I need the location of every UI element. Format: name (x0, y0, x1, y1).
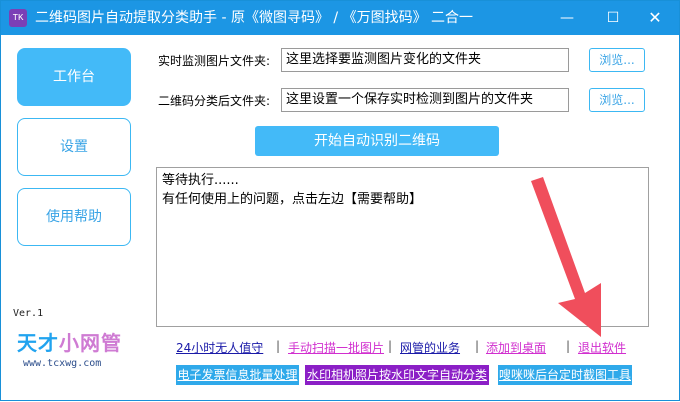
tool-timed-screenshot[interactable]: 嗖咪咪后台定时截图工具 (498, 365, 632, 385)
browse-output-button[interactable]: 浏览... (589, 88, 645, 112)
link-admin-business[interactable]: 网管的业务 (400, 339, 460, 356)
sidebar-item-settings[interactable]: 设置 (17, 118, 131, 176)
app-window: TK 二维码图片自动提取分类助手 - 原《微图寻码》 / 《万图找码》 二合一 … (0, 0, 680, 401)
monitor-folder-label: 实时监测图片文件夹: (158, 54, 271, 68)
logo-text-main: 天才 (17, 331, 59, 355)
logo-text-highlight: 小网管 (59, 331, 122, 355)
tool-invoice-batch[interactable]: 电子发票信息批量处理 (176, 365, 299, 385)
maximize-button[interactable]: ☐ (591, 1, 635, 35)
browse-monitor-button[interactable]: 浏览... (589, 48, 645, 72)
link-separator: | (475, 339, 480, 353)
title-bar[interactable]: TK 二维码图片自动提取分类助手 - 原《微图寻码》 / 《万图找码》 二合一 … (1, 1, 679, 35)
link-separator: | (566, 339, 571, 353)
link-24h-unattended[interactable]: 24小时无人值守 (176, 339, 263, 356)
app-icon: TK (9, 9, 27, 27)
log-output[interactable]: 等待执行...... 有任何使用上的问题，点击左边【需要帮助】 (156, 167, 649, 327)
brand-logo: 天才小网管 www.tcxwg.com (17, 327, 127, 377)
logo-text: 天才小网管 (17, 327, 122, 356)
link-exit-software[interactable]: 退出软件 (578, 339, 626, 356)
start-recognition-button[interactable]: 开始自动识别二维码 (255, 126, 499, 156)
link-separator: | (388, 339, 393, 353)
minimize-button[interactable]: — (545, 1, 589, 35)
monitor-folder-input[interactable]: 这里选择要监测图片变化的文件夹 (281, 48, 569, 72)
sidebar-item-workbench[interactable]: 工作台 (17, 48, 131, 106)
window-title: 二维码图片自动提取分类助手 - 原《微图寻码》 / 《万图找码》 二合一 (35, 10, 474, 26)
link-manual-scan[interactable]: 手动扫描一批图片 (288, 339, 384, 356)
output-folder-label: 二维码分类后文件夹: (158, 94, 271, 108)
link-separator: | (276, 339, 281, 353)
version-label: Ver.1 (13, 308, 44, 319)
sidebar-item-help[interactable]: 使用帮助 (17, 188, 131, 246)
log-line: 等待执行...... (162, 173, 239, 188)
close-button[interactable]: ✕ (633, 1, 677, 35)
tool-watermark-classify[interactable]: 水印相机照片按水印文字自动分类 (305, 365, 489, 385)
logo-url: www.tcxwg.com (23, 358, 102, 369)
link-add-to-desktop[interactable]: 添加到桌面 (486, 339, 546, 356)
log-line: 有任何使用上的问题，点击左边【需要帮助】 (162, 192, 423, 207)
output-folder-input[interactable]: 这里设置一个保存实时检测到图片的文件夹 (281, 88, 569, 112)
